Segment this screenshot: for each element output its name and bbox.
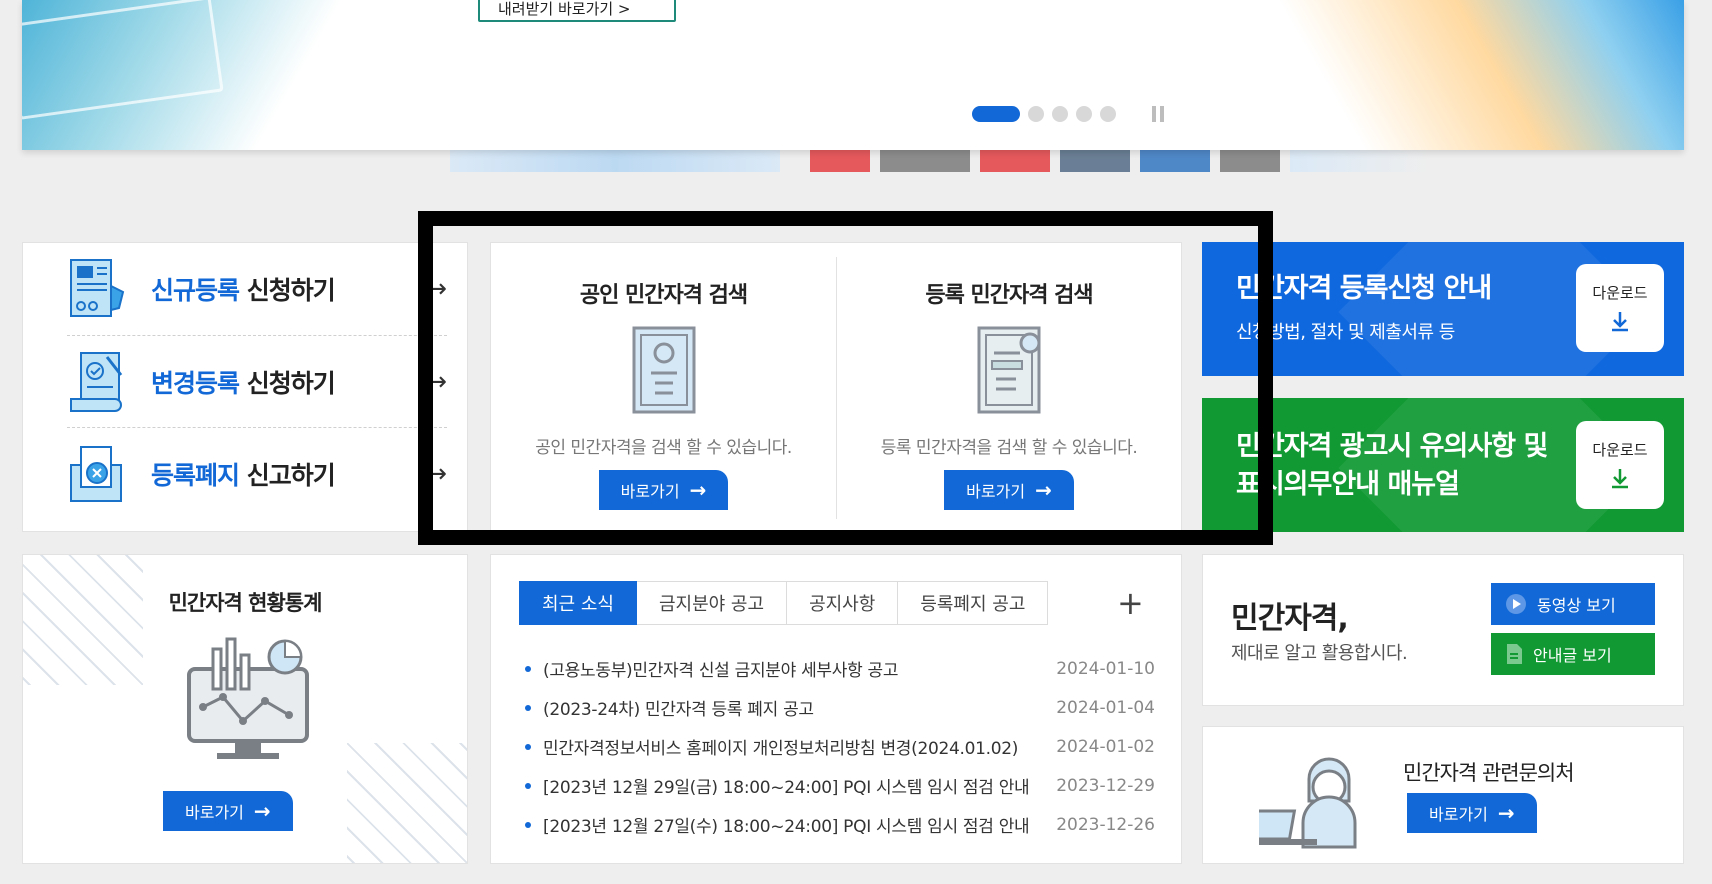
statistics-card: 민간자격 현황통계 바로가기 → — [22, 554, 468, 864]
registration-guide-title: 민간자격 등록신청 안내 — [1236, 273, 1492, 304]
news-date: 2024-01-02 — [1056, 736, 1155, 757]
certified-search-go-button[interactable]: 바로가기 → — [598, 470, 729, 510]
news-title: (2023-24차) 민간자격 등록 폐지 공고 — [543, 700, 814, 720]
news-date: 2023-12-26 — [1056, 814, 1155, 835]
news-tabs: 최근 소식 금지분야 공고 공지사항 등록폐지 공고 — [519, 581, 1049, 625]
bullet-icon — [525, 704, 531, 711]
view-guide-label: 안내글 보기 — [1533, 646, 1612, 665]
statistics-monitor-icon — [187, 637, 309, 759]
new-registration-link[interactable]: 신규등록 신청하기 → — [67, 243, 447, 335]
arrow-right-icon: → — [425, 458, 447, 489]
advertising-manual-title-line1: 민간자격 광고시 유의사항 및 — [1236, 431, 1548, 462]
tab-cancellation-notices[interactable]: 등록폐지 공고 — [898, 581, 1049, 625]
news-title: [2023년 12월 29일(금) 18:00~24:00] PQI 시스템 임… — [543, 778, 1030, 798]
contact-go-button[interactable]: 바로가기 → — [1407, 793, 1537, 833]
change-registration-link[interactable]: 변경등록 신청하기 → — [67, 335, 447, 427]
certified-search-title: 공인 민간자격 검색 — [579, 283, 748, 308]
hero-banner: 내려받기 바로가기 > — [22, 0, 1684, 150]
news-title: 민간자격정보서비스 홈페이지 개인정보처리방침 변경(2024.01.02) — [543, 739, 1019, 759]
promo-headline: 민간자격, — [1231, 601, 1349, 636]
news-title: [2023년 12월 27일(수) 18:00~24:00] PQI 시스템 임… — [543, 817, 1030, 837]
change-registration-icon — [70, 351, 123, 412]
news-date: 2024-01-10 — [1056, 658, 1155, 679]
bullet-icon — [525, 743, 531, 750]
view-guide-button[interactable]: 안내글 보기 — [1491, 633, 1655, 675]
news-date: 2024-01-04 — [1056, 697, 1155, 718]
list-item[interactable]: (2023-24차) 민간자격 등록 폐지 공고 2024-01-04 — [525, 688, 1155, 727]
registration-guide-banner[interactable]: 민간자격 등록신청 안내 신청방법, 절차 및 제출서류 등 다운로드 — [1202, 242, 1684, 376]
contact-title: 민간자격 관련문의처 — [1403, 761, 1575, 785]
tab-notices[interactable]: 공지사항 — [787, 581, 899, 625]
hero-left-art — [22, 0, 362, 150]
contact-card: 민간자격 관련문의처 바로가기 → — [1202, 726, 1684, 864]
play-icon — [1506, 594, 1526, 614]
list-item[interactable]: (고용노동부)민간자격 신설 금지분야 세부사항 공고 2024-01-10 — [525, 649, 1155, 688]
decorative-hatch — [23, 555, 143, 685]
list-item[interactable]: [2023년 12월 29일(금) 18:00~24:00] PQI 시스템 임… — [525, 766, 1155, 805]
advertising-manual-title-line2: 표시의무안내 매뉴얼 — [1236, 469, 1460, 500]
news-title: (고용노동부)민간자격 신설 금지분야 세부사항 공고 — [543, 661, 899, 681]
pause-icon[interactable] — [1152, 106, 1166, 122]
slider-dot[interactable] — [1100, 106, 1116, 122]
cancel-registration-link[interactable]: 등록폐지 신고하기 → — [67, 427, 447, 519]
registered-search-desc: 등록 민간자격을 검색 할 수 있습니다. — [880, 438, 1138, 458]
arrow-right-icon: → — [1497, 801, 1515, 825]
certificate-icon — [632, 326, 695, 414]
certified-search-section: 공인 민간자격 검색 공인 민간자격을 검색 할 수 있습니다. 바로가기 → — [491, 243, 836, 533]
hero-cta-button[interactable]: 내려받기 바로가기 > — [478, 0, 676, 22]
registration-label: 신규등록 신청하기 — [151, 276, 336, 305]
new-registration-icon — [70, 259, 125, 317]
slider-dot[interactable] — [1052, 106, 1068, 122]
statistics-go-button[interactable]: 바로가기 → — [163, 791, 293, 831]
tab-prohibited-fields[interactable]: 금지분야 공고 — [636, 581, 788, 625]
bullet-icon — [525, 782, 531, 789]
registered-search-go-button[interactable]: 바로가기 → — [944, 470, 1074, 510]
registration-card: 신규등록 신청하기 → 변경등록 신청하기 → 등록폐지 신고하기 → — [22, 242, 468, 532]
hero-right-art — [1264, 0, 1684, 150]
registration-label: 변경등록 신청하기 — [151, 368, 336, 398]
arrow-right-icon: → — [689, 478, 707, 502]
tab-recent-news[interactable]: 최근 소식 — [519, 581, 637, 625]
list-item[interactable]: [2023년 12월 27일(수) 18:00~24:00] PQI 시스템 임… — [525, 805, 1155, 844]
news-card: 최근 소식 금지분야 공고 공지사항 등록폐지 공고 + (고용노동부)민간자격… — [490, 554, 1182, 864]
slider-dot[interactable] — [1076, 106, 1092, 122]
advertising-manual-banner[interactable]: 민간자격 광고시 유의사항 및 표시의무안내 매뉴얼 다운로드 — [1202, 398, 1684, 532]
registered-search-title: 등록 민간자격 검색 — [925, 283, 1093, 308]
statistics-title: 민간자격 현황통계 — [168, 591, 323, 615]
registered-search-section: 등록 민간자격 검색 등록 민간자격을 검색 할 수 있습니다. 바로가기 → — [836, 257, 1181, 519]
decorative-hatch — [347, 743, 467, 863]
advertising-manual-download-button[interactable]: 다운로드 — [1576, 421, 1664, 509]
arrow-right-icon: → — [1035, 478, 1052, 502]
certified-search-desc: 공인 민간자격을 검색 할 수 있습니다. — [535, 438, 792, 458]
watch-video-button[interactable]: 동영상 보기 — [1491, 583, 1655, 625]
news-list: (고용노동부)민간자격 신설 금지분야 세부사항 공고 2024-01-10 (2… — [525, 649, 1155, 844]
download-icon — [1612, 312, 1628, 332]
download-label: 다운로드 — [1592, 284, 1648, 302]
download-icon — [1612, 469, 1628, 489]
promo-video-card: 민간자격, 제대로 알고 활용합시다. 동영상 보기 안내글 보기 — [1202, 554, 1684, 706]
support-agent-icon — [1259, 757, 1357, 849]
slider-dot-active[interactable] — [972, 106, 1020, 122]
watch-video-label: 동영상 보기 — [1537, 596, 1616, 615]
bullet-icon — [525, 665, 531, 672]
qualification-search-card: 공인 민간자격 검색 공인 민간자격을 검색 할 수 있습니다. 바로가기 → 등… — [490, 242, 1182, 532]
download-label: 다운로드 — [1592, 441, 1648, 459]
certificate-seal-icon — [977, 326, 1041, 414]
document-icon — [1507, 644, 1522, 664]
arrow-right-icon: → — [253, 799, 271, 823]
list-item[interactable]: 민간자격정보서비스 홈페이지 개인정보처리방침 변경(2024.01.02) 20… — [525, 727, 1155, 766]
cancel-registration-icon — [70, 445, 122, 502]
arrow-right-icon: → — [425, 366, 447, 397]
more-plus-icon[interactable]: + — [1117, 581, 1144, 625]
news-date: 2023-12-29 — [1056, 775, 1155, 796]
bullet-icon — [525, 821, 531, 828]
registration-guide-download-button[interactable]: 다운로드 — [1576, 264, 1664, 352]
slider-dot[interactable] — [1028, 106, 1044, 122]
slider-pagination — [972, 106, 1166, 122]
registration-guide-subtitle: 신청방법, 절차 및 제출서류 등 — [1236, 322, 1455, 343]
registration-label: 등록폐지 신고하기 — [151, 460, 336, 490]
arrow-right-icon: → — [425, 274, 447, 304]
promo-subtitle: 제대로 알고 활용합시다. — [1231, 643, 1408, 664]
